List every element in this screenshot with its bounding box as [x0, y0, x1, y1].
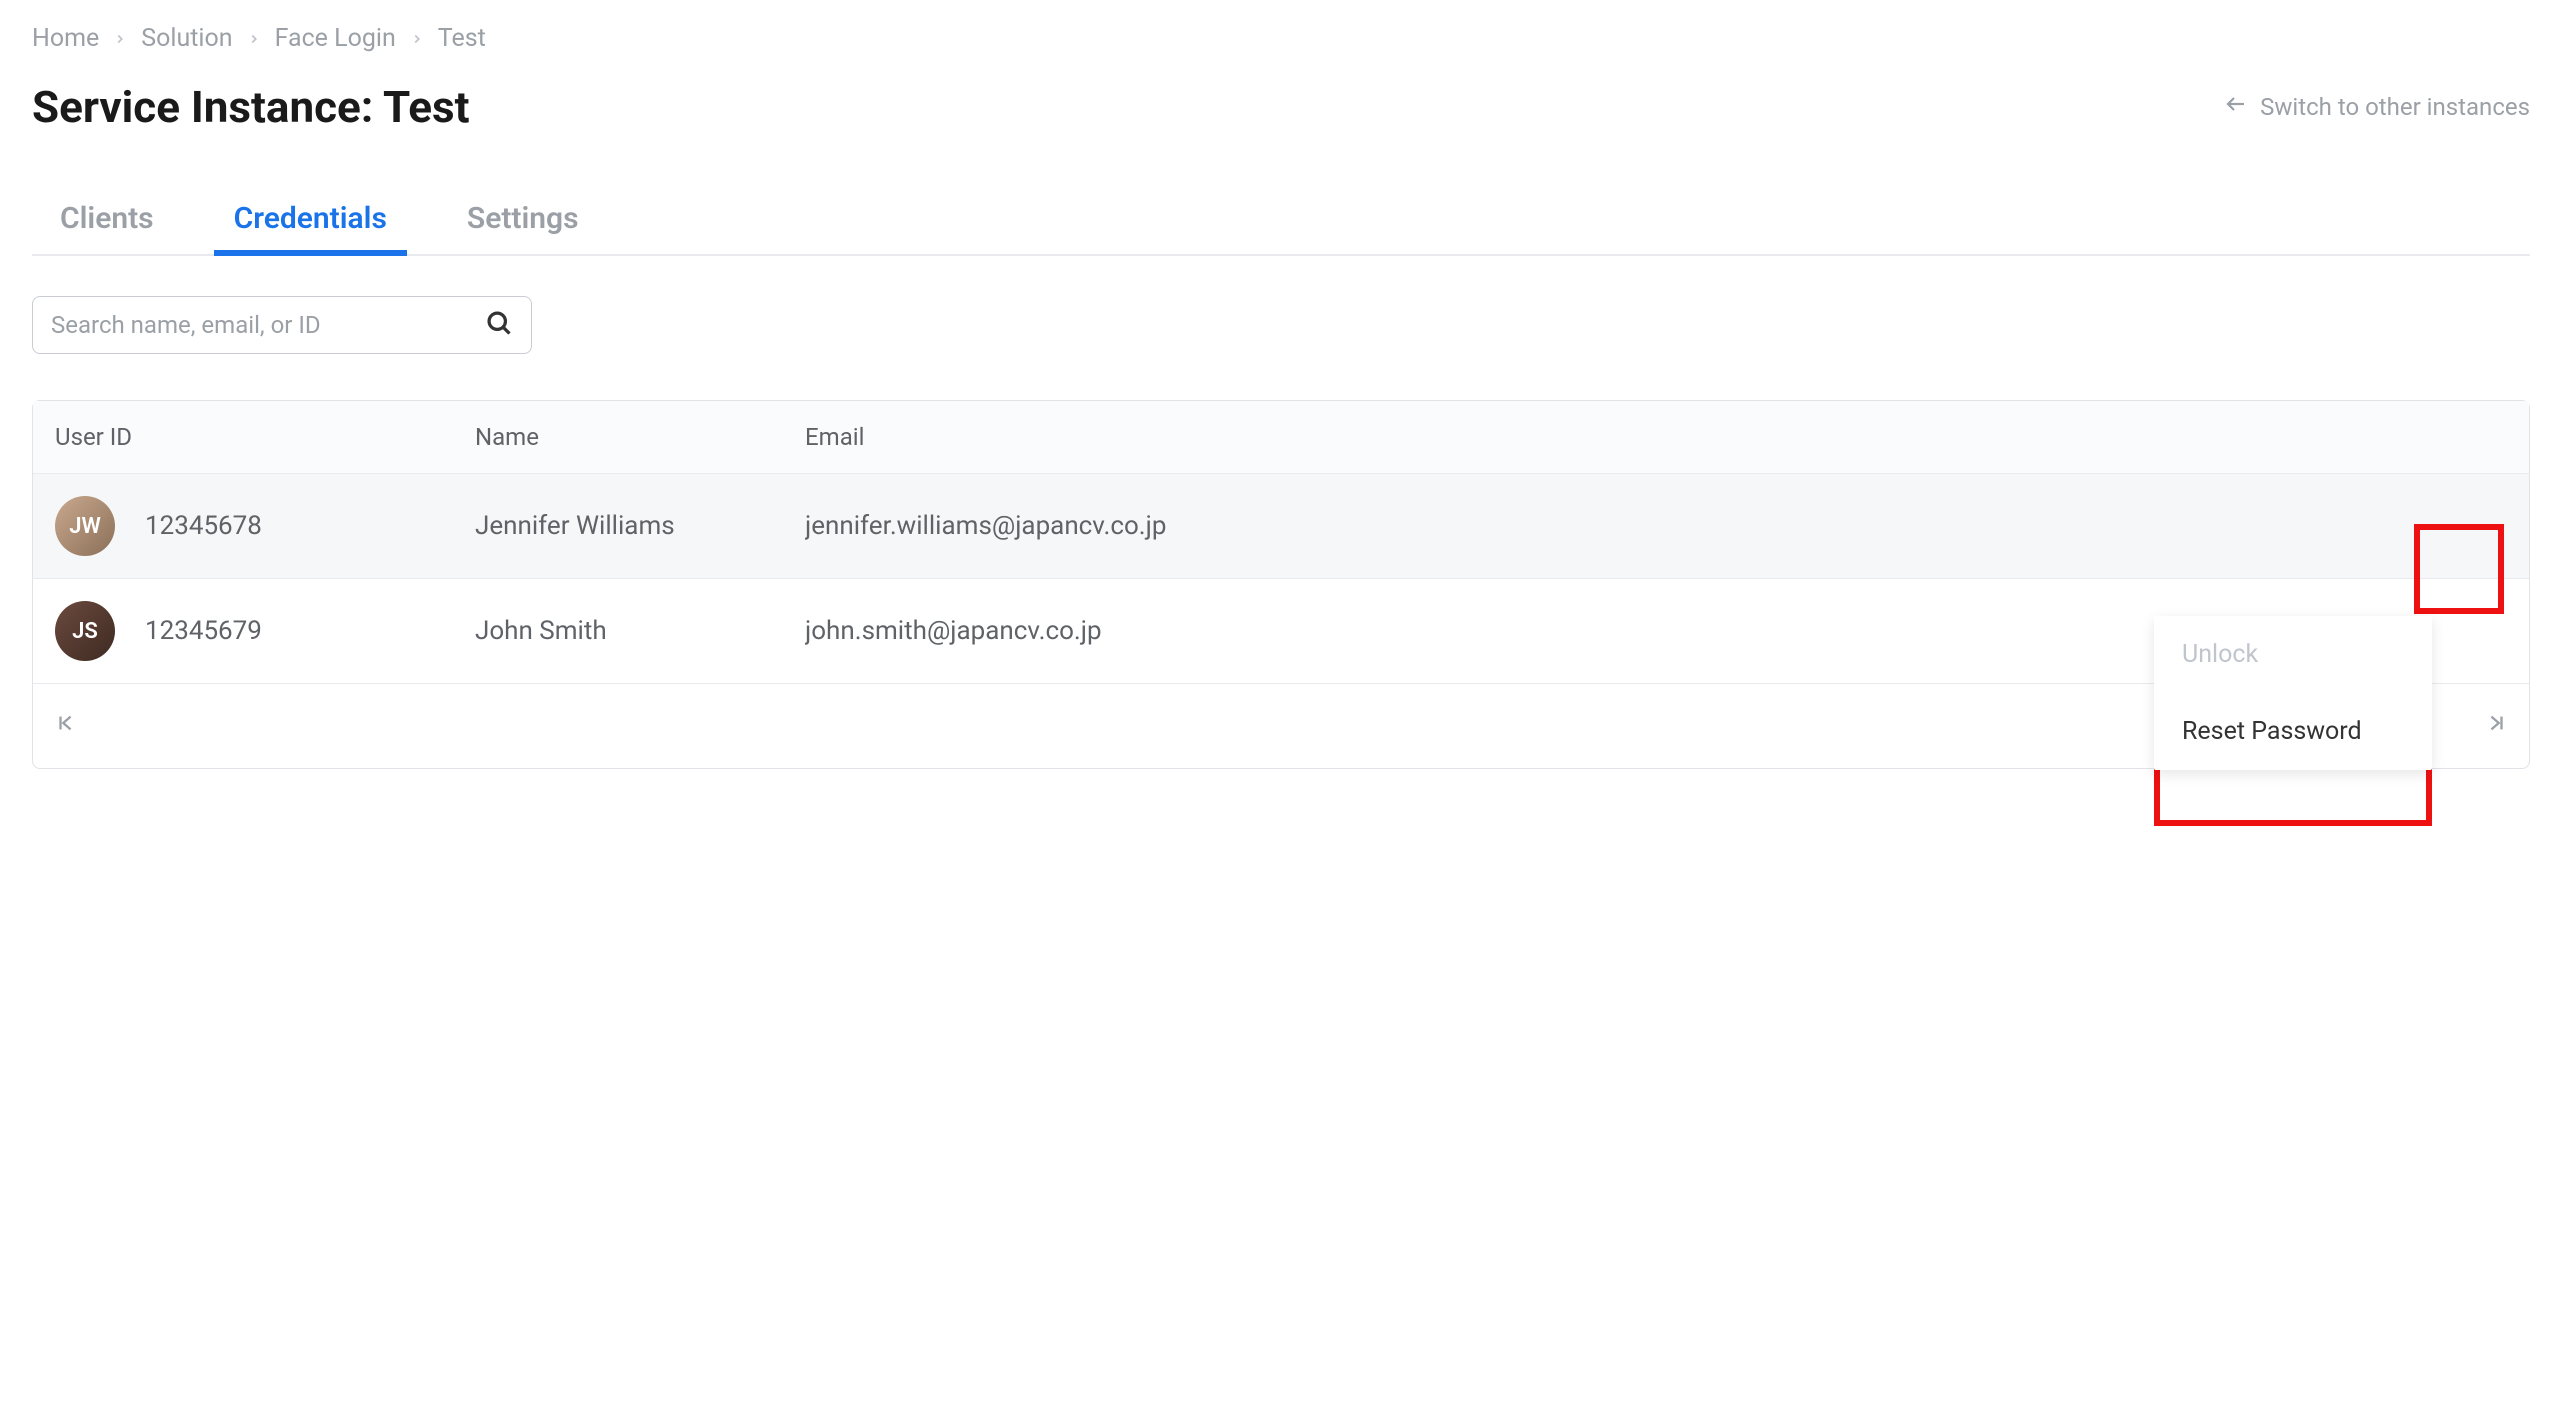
tab-settings[interactable]: Settings	[457, 193, 589, 254]
chevron-right-icon	[113, 27, 127, 51]
chevron-right-icon	[247, 27, 261, 51]
search-input[interactable]	[51, 311, 485, 339]
breadcrumb-current: Test	[438, 24, 486, 53]
pager-first-icon[interactable]	[55, 712, 77, 740]
cell-user-id: 12345679	[145, 616, 262, 646]
tab-credentials[interactable]: Credentials	[224, 193, 397, 254]
cell-email: jennifer.williams@japancv.co.jp	[805, 511, 2387, 541]
arrow-left-icon	[2224, 92, 2248, 122]
search-icon[interactable]	[485, 309, 513, 341]
avatar: JW	[55, 496, 115, 556]
pager-last-icon[interactable]	[2485, 712, 2507, 740]
breadcrumb-face-login[interactable]: Face Login	[275, 24, 396, 53]
more-actions-button[interactable]	[2459, 502, 2507, 550]
column-header-email: Email	[805, 423, 2387, 451]
cell-email: john.smith@japancv.co.jp	[805, 616, 2387, 646]
column-header-name: Name	[475, 423, 805, 451]
chevron-right-icon	[410, 27, 424, 51]
breadcrumb: Home Solution Face Login Test	[32, 24, 2530, 53]
cell-name: John Smith	[475, 616, 805, 646]
avatar: JS	[55, 601, 115, 661]
row-actions-menu: Unlock Reset Password	[2154, 616, 2432, 770]
breadcrumb-home[interactable]: Home	[32, 24, 99, 53]
menu-item-unlock[interactable]: Unlock	[2154, 616, 2432, 693]
cell-name: Jennifer Williams	[475, 511, 805, 541]
search-box[interactable]	[32, 296, 532, 354]
breadcrumb-solution[interactable]: Solution	[141, 24, 232, 53]
tabs: Clients Credentials Settings	[32, 193, 2530, 256]
switch-instances-label: Switch to other instances	[2260, 93, 2530, 121]
column-header-user-id: User ID	[55, 423, 475, 451]
menu-item-reset-password[interactable]: Reset Password	[2154, 693, 2432, 770]
tab-clients[interactable]: Clients	[50, 193, 164, 254]
switch-instances-link[interactable]: Switch to other instances	[2224, 92, 2530, 122]
table-row[interactable]: JW 12345678 Jennifer Williams jennifer.w…	[33, 474, 2529, 579]
cell-user-id: 12345678	[145, 511, 262, 541]
more-horizontal-icon	[2472, 524, 2495, 529]
page-title: Service Instance: Test	[32, 81, 470, 133]
table-header: User ID Name Email	[33, 401, 2529, 474]
